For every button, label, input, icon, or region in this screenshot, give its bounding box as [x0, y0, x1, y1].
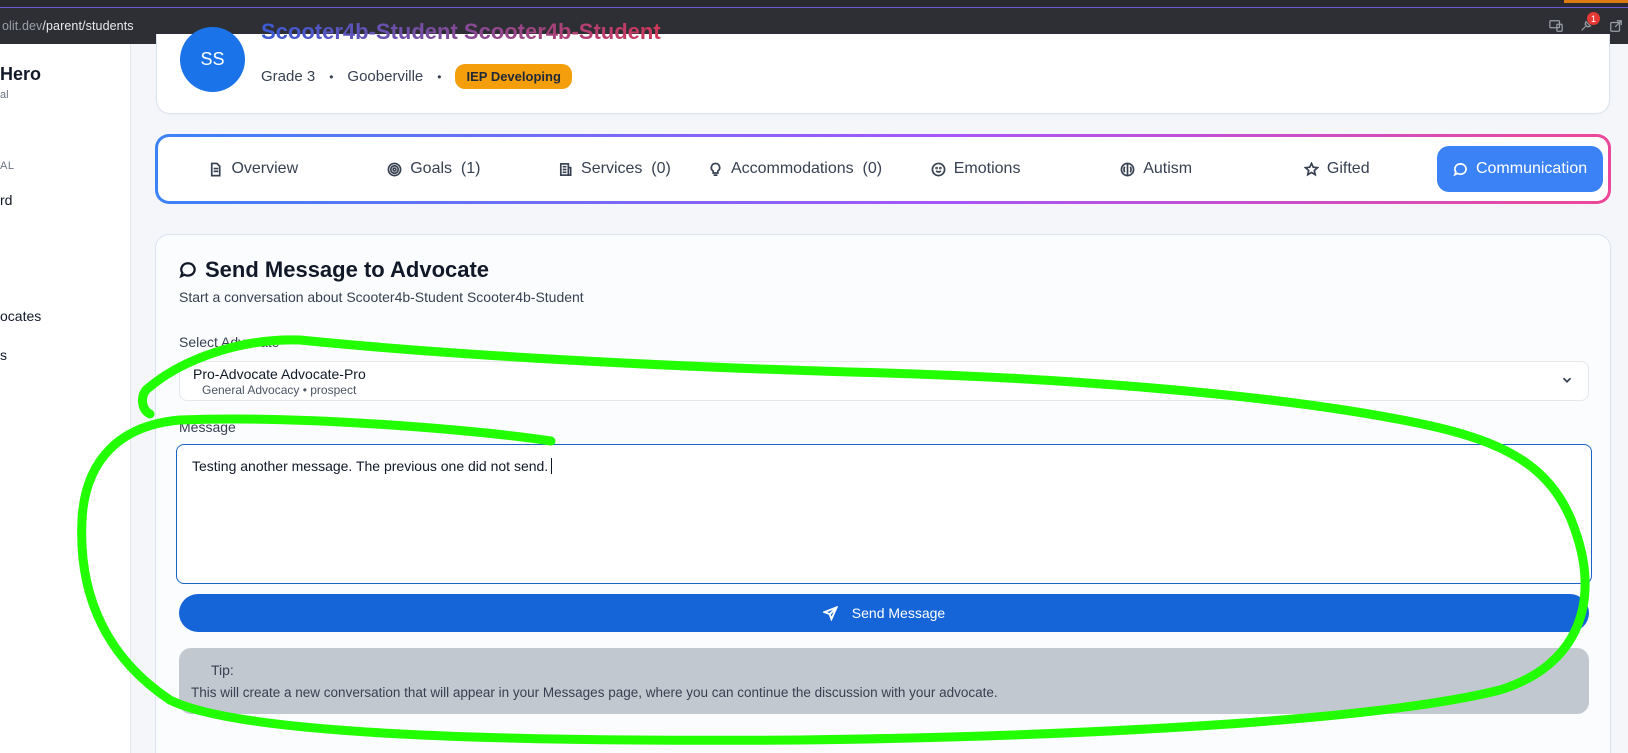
- message-text: Testing another message. The previous on…: [192, 458, 549, 474]
- chat-bubble-icon: [1453, 162, 1467, 176]
- meta-separator: •: [329, 69, 334, 84]
- tab-accommodations[interactable]: Accommodations (0): [705, 146, 886, 192]
- text-caret: [551, 458, 553, 474]
- advocate-select[interactable]: Pro-Advocate Advocate-Pro General Advoca…: [179, 361, 1589, 401]
- tab-gifted[interactable]: Gifted: [1246, 146, 1427, 192]
- selected-advocate-desc: General Advocacy • prospect: [202, 383, 357, 397]
- tip-text: This will create a new conversation that…: [191, 685, 998, 700]
- open-external-icon[interactable]: [1608, 18, 1624, 34]
- sidebar-section-label: AL: [0, 160, 15, 172]
- main-content: SS Scooter4b-Student Scooter4b-Student G…: [131, 19, 1628, 753]
- sidebar-item-dashboard[interactable]: rd: [0, 192, 12, 208]
- tab-label: Communication: [1475, 160, 1588, 177]
- tab-bar: Overview Goals (1) Services (0) Accommod…: [155, 134, 1611, 204]
- student-header-card: SS Scooter4b-Student Scooter4b-Student G…: [156, 19, 1610, 114]
- send-button-label: Send Message: [851, 605, 946, 621]
- sidebar: Hero al AL rd ocates s: [0, 44, 131, 753]
- student-school: Gooberville: [347, 68, 424, 85]
- tab-autism[interactable]: Autism: [1066, 146, 1247, 192]
- tab-label: Overview: [231, 160, 299, 177]
- brand-subtitle: al: [0, 89, 9, 101]
- tip-box: Tip: This will create a new conversation…: [179, 648, 1589, 714]
- url-text[interactable]: olit.dev/parent/students: [0, 19, 134, 33]
- lightbulb-icon: [710, 162, 721, 176]
- selected-advocate-name: Pro-Advocate Advocate-Pro: [193, 366, 366, 382]
- tab-label: Gifted: [1326, 160, 1370, 177]
- send-icon: [822, 605, 838, 621]
- meta-separator: •: [437, 69, 442, 84]
- target-icon: [387, 162, 402, 176]
- building-icon: [560, 162, 572, 176]
- message-label: Message: [179, 419, 236, 435]
- url-path: /parent/students: [42, 19, 134, 33]
- student-name: Scooter4b-Student Scooter4b-Student: [261, 19, 661, 44]
- browser-tab-accent: [1564, 0, 1628, 3]
- sidebar-item-messages[interactable]: s: [0, 347, 7, 363]
- tab-communication[interactable]: Communication: [1437, 146, 1604, 192]
- card-title: Send Message to Advocate: [179, 257, 489, 283]
- card-subtitle: Start a conversation about Scooter4b-Stu…: [179, 289, 584, 305]
- tab-services[interactable]: Services (0): [524, 146, 705, 192]
- student-meta: Grade 3 • Gooberville • IEP Developing: [261, 64, 572, 89]
- tab-label: Goals (1): [410, 160, 481, 177]
- sidebar-item-advocates[interactable]: ocates: [0, 308, 41, 324]
- tab-label: Autism: [1143, 160, 1193, 177]
- send-message-card: Send Message to Advocate Start a convers…: [155, 234, 1611, 753]
- status-badge: IEP Developing: [455, 64, 572, 89]
- avatar: SS: [180, 27, 245, 92]
- tab-label: Services (0): [581, 160, 671, 177]
- tab-label: Emotions: [953, 160, 1021, 177]
- chevron-down-icon: [1560, 373, 1574, 387]
- tab-emotions[interactable]: Emotions: [885, 146, 1066, 192]
- smile-icon: [931, 162, 946, 176]
- star-icon: [1303, 161, 1319, 176]
- extensions-icon[interactable]: 1: [1578, 12, 1600, 34]
- message-textarea[interactable]: Testing another message. The previous on…: [176, 444, 1592, 584]
- card-title-text: Send Message to Advocate: [205, 257, 490, 282]
- browser-top-bar: [0, 0, 1628, 8]
- brand-name: Hero: [0, 64, 42, 84]
- tip-title: Tip:: [211, 662, 234, 678]
- chat-bubble-icon: [179, 262, 196, 279]
- url-host: olit.dev: [2, 19, 43, 33]
- tab-goals[interactable]: Goals (1): [344, 146, 525, 192]
- student-grade: Grade 3: [261, 68, 316, 85]
- notification-badge: 1: [1587, 12, 1600, 25]
- devices-icon[interactable]: [1548, 18, 1564, 34]
- document-icon: [211, 162, 221, 176]
- tab-label: Accommodations (0): [730, 160, 883, 177]
- brain-icon: [1120, 162, 1135, 176]
- send-message-button[interactable]: Send Message: [179, 594, 1589, 632]
- select-advocate-label: Select Advocate: [179, 334, 280, 350]
- tab-overview[interactable]: Overview: [163, 146, 344, 192]
